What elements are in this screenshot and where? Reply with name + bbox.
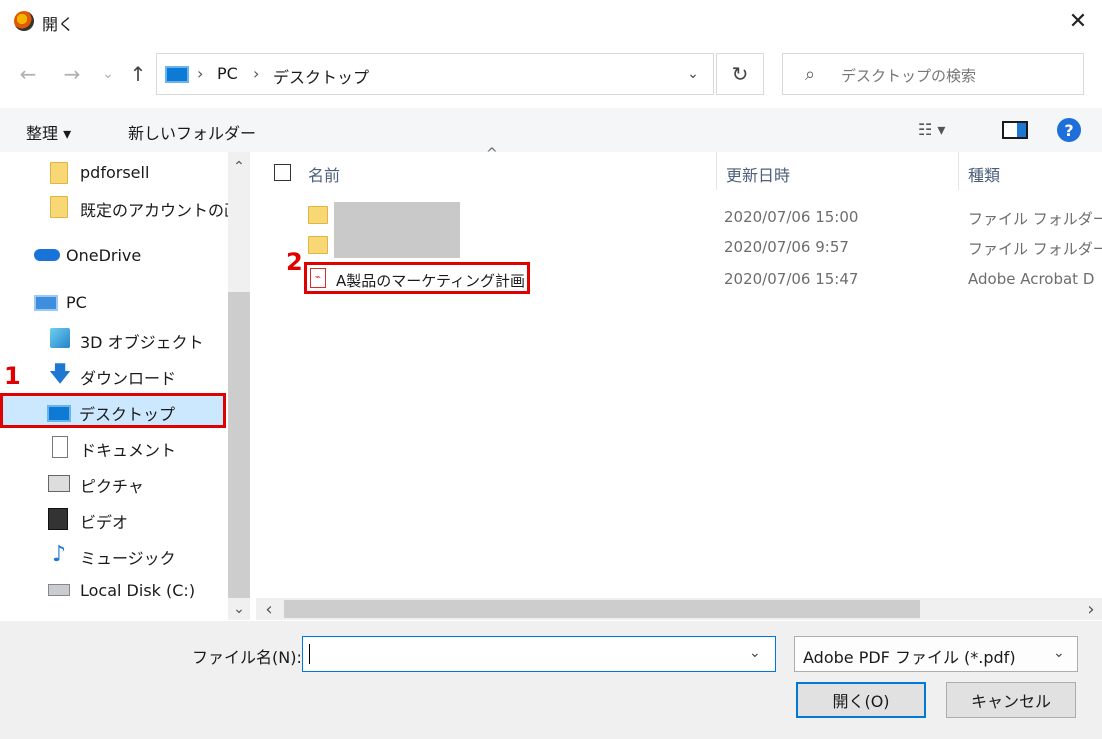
redacted-name (334, 202, 460, 232)
chevron-down-icon[interactable]: ⌄ (679, 62, 707, 86)
pc-icon (34, 295, 58, 311)
videos-icon (48, 508, 68, 530)
preview-pane-icon[interactable] (1002, 121, 1028, 139)
sidebar-item-label: ピクチャ (80, 477, 144, 496)
search-icon: ⌕ (805, 64, 816, 85)
sidebar-item-label: ミュージック (80, 549, 176, 568)
sidebar-item-pdforsell[interactable]: pdforsell (0, 156, 228, 190)
sidebar-scrollbar-thumb[interactable] (228, 292, 250, 598)
scroll-down-button[interactable]: ⌄ (228, 598, 250, 620)
app-icon (14, 11, 34, 31)
column-divider[interactable] (958, 152, 959, 190)
close-button[interactable]: ✕ (1060, 4, 1096, 38)
breadcrumb-separator: › (197, 64, 204, 83)
sidebar-item-3d-objects[interactable]: 3D オブジェクト (0, 322, 228, 356)
column-header-type[interactable]: 種類 (968, 162, 1000, 186)
breadcrumb-desktop[interactable]: デスクトップ (273, 64, 369, 88)
window-title: 開く (42, 15, 75, 34)
file-name: A製品のマーケティング計画 (336, 272, 526, 290)
column-header-name[interactable]: 名前 (308, 162, 340, 186)
sort-ascending-icon: ^ (486, 146, 498, 162)
folder-icon (308, 236, 328, 254)
desktop-icon (47, 405, 71, 422)
sidebar-item-videos[interactable]: ビデオ (0, 502, 228, 536)
documents-icon (52, 436, 68, 458)
sidebar-item-pc[interactable]: PC (0, 286, 228, 320)
scroll-left-button[interactable]: ‹ (258, 598, 280, 620)
organize-button[interactable]: 整理 ▾ (26, 120, 71, 144)
column-header-date[interactable]: 更新日時 (726, 162, 790, 186)
file-type-filter[interactable]: Adobe PDF ファイル (*.pdf) ⌄ (794, 636, 1078, 672)
sidebar-item-label: デスクトップ (79, 405, 176, 424)
sidebar-item-label: ビデオ (80, 513, 129, 532)
open-button[interactable]: 開く(O) (796, 682, 926, 718)
sidebar-item-label: Local Disk (C:) (80, 581, 196, 600)
sidebar-item-label: 既定のアカウントの画 (80, 201, 241, 220)
scroll-up-button[interactable]: ⌃ (228, 156, 250, 178)
sidebar-item-label: PC (66, 293, 87, 312)
help-icon[interactable]: ? (1057, 118, 1081, 142)
column-divider[interactable] (716, 152, 717, 190)
forward-button[interactable]: → (58, 60, 86, 88)
sidebar-item-onedrive[interactable]: OneDrive (0, 239, 228, 273)
file-type: ファイル フォルダー (968, 240, 1102, 258)
folder-icon (50, 162, 68, 184)
file-type: Adobe Acrobat D (968, 270, 1095, 288)
3d-objects-icon (50, 328, 70, 348)
file-date: 2020/07/06 9:57 (724, 238, 849, 256)
sidebar-item-default-account-pictures[interactable]: 既定のアカウントの画 (0, 190, 240, 224)
redacted-name (334, 232, 460, 258)
filename-input[interactable]: ⌄ (302, 636, 776, 672)
desktop-icon (165, 66, 189, 83)
chevron-down-icon[interactable]: ⌄ (749, 645, 761, 661)
file-row-pdf[interactable]: ⌁ A製品のマーケティング計画 2020/07/06 15:47 Adobe A… (262, 264, 1102, 296)
sidebar-item-label: pdforsell (80, 163, 150, 182)
scroll-right-button[interactable]: › (1080, 598, 1102, 620)
music-icon: ♪ (51, 542, 67, 567)
cancel-button[interactable]: キャンセル (946, 682, 1076, 718)
sidebar-item-desktop[interactable]: デスクトップ (0, 393, 226, 428)
title-bar (0, 0, 1102, 44)
annotation-step-1: 1 (4, 362, 21, 390)
disk-icon (48, 584, 70, 596)
view-options-button[interactable]: ☷ ▾ (918, 120, 945, 139)
address-bar[interactable]: › PC › デスクトップ ⌄ (156, 53, 714, 95)
new-folder-button[interactable]: 新しいフォルダー (128, 120, 256, 144)
folder-icon (308, 206, 328, 224)
sidebar-item-local-disk[interactable]: Local Disk (C:) (0, 574, 228, 608)
sidebar-item-label: OneDrive (66, 246, 142, 265)
up-button[interactable]: ↑ (124, 60, 152, 88)
pdf-icon: ⌁ (310, 268, 326, 288)
breadcrumb-separator: › (253, 64, 260, 83)
sidebar-item-pictures[interactable]: ピクチャ (0, 466, 228, 500)
refresh-button[interactable]: ↻ (716, 53, 764, 95)
onedrive-icon (34, 249, 60, 261)
breadcrumb-pc[interactable]: PC (217, 64, 238, 83)
sidebar-item-documents[interactable]: ドキュメント (0, 430, 228, 464)
chevron-down-icon: ⌄ (1053, 645, 1065, 661)
folder-icon (50, 196, 68, 218)
sidebar-item-label: 3D オブジェクト (80, 333, 204, 352)
file-type-filter-value: Adobe PDF ファイル (*.pdf) (803, 648, 1016, 667)
search-box[interactable]: ⌕ デスクトップの検索 (782, 53, 1084, 95)
file-date: 2020/07/06 15:47 (724, 270, 859, 288)
file-type: ファイル フォルダー (968, 210, 1102, 228)
text-cursor (309, 644, 310, 664)
search-input[interactable]: デスクトップの検索 (841, 65, 976, 86)
file-row[interactable]: 2020/07/06 9:57 ファイル フォルダー (262, 232, 1102, 264)
sidebar-item-downloads[interactable]: 🡇 ダウンロード (0, 358, 228, 392)
file-date: 2020/07/06 15:00 (724, 208, 859, 226)
download-icon: 🡇 (48, 362, 72, 387)
sidebar-item-label: ドキュメント (80, 441, 177, 460)
sidebar-item-label: ダウンロード (80, 369, 177, 388)
file-row[interactable]: 2020/07/06 15:00 ファイル フォルダー (262, 202, 1102, 234)
back-button[interactable]: ← (14, 60, 42, 88)
recent-locations-button[interactable]: ⌄ (94, 60, 122, 88)
filename-label: ファイル名(N): (192, 648, 302, 667)
select-all-checkbox[interactable] (274, 164, 291, 181)
horizontal-scrollbar-thumb[interactable] (284, 600, 920, 618)
sidebar-item-music[interactable]: ♪ ミュージック (0, 538, 228, 572)
pictures-icon (48, 475, 70, 492)
